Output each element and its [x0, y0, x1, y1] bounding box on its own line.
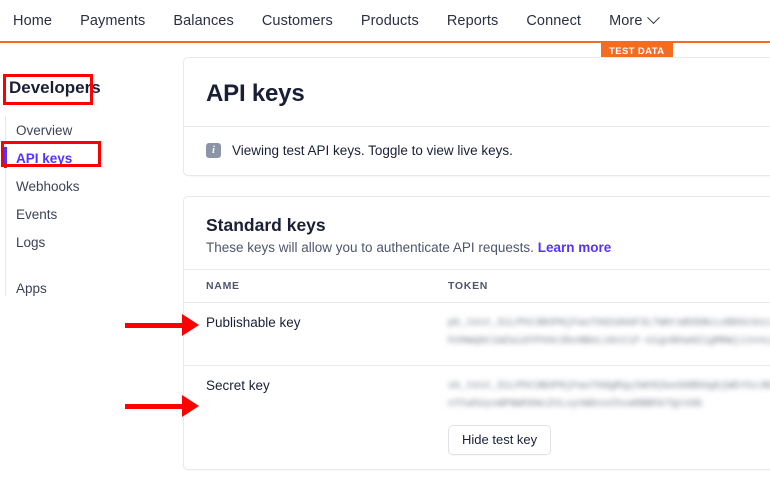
- nav-label: Payments: [80, 13, 145, 29]
- nav-label: Connect: [526, 13, 581, 29]
- sidebar-item-list: Overview API keys Webhooks Events Logs A…: [0, 116, 180, 302]
- sidebar-item-label: Webhooks: [16, 179, 80, 194]
- nav-item-payments[interactable]: Payments: [66, 13, 159, 29]
- learn-more-link[interactable]: Learn more: [538, 240, 612, 255]
- sidebar-item-events[interactable]: Events: [0, 200, 180, 228]
- nav-item-customers[interactable]: Customers: [248, 13, 347, 29]
- standard-keys-header: Standard keys These keys will allow you …: [184, 197, 770, 269]
- column-header-name: NAME: [184, 270, 434, 303]
- nav-label: Home: [13, 13, 52, 29]
- nav-item-home[interactable]: Home: [13, 13, 66, 29]
- chevron-down-icon: [647, 11, 660, 24]
- sidebar-item-logs[interactable]: Logs: [0, 228, 180, 256]
- arrow-shaft: [125, 404, 185, 409]
- table-head: NAME TOKEN: [184, 270, 770, 303]
- description-text: These keys will allow you to authenticat…: [206, 240, 534, 255]
- sidebar-item-label: Overview: [16, 123, 72, 138]
- sidebar-item-overview[interactable]: Overview: [0, 116, 180, 144]
- key-token-cell-secret[interactable]: sk_test_51LPhC3BXPNjFwuTHdgRqyIWVbZwvG6B…: [434, 366, 770, 470]
- nav-item-reports[interactable]: Reports: [433, 13, 512, 29]
- sidebar-spacer: [0, 256, 180, 274]
- nav-item-connect[interactable]: Connect: [512, 13, 595, 29]
- main-content: API keys i Viewing test API keys. Toggle…: [183, 57, 770, 470]
- active-indicator: [4, 147, 7, 168]
- page-header-card: API keys i Viewing test API keys. Toggle…: [183, 57, 770, 176]
- nav-label: Balances: [173, 13, 233, 29]
- key-name-secret: Secret key: [184, 366, 434, 470]
- page-title-area: API keys: [184, 58, 770, 126]
- nav-label: Reports: [447, 13, 498, 29]
- key-name-publishable: Publishable key: [184, 303, 434, 366]
- nav-item-balances[interactable]: Balances: [159, 13, 247, 29]
- info-banner: i Viewing test API keys. Toggle to view …: [184, 127, 770, 175]
- table-row: Publishable key pk_test_51LPhC3BXPNjFwuT…: [184, 303, 770, 366]
- info-icon: i: [206, 143, 221, 158]
- api-keys-table: NAME TOKEN Publishable key pk_test_51LPh…: [184, 269, 770, 469]
- table-body: Publishable key pk_test_51LPhC3BXPNjFwuT…: [184, 303, 770, 470]
- sidebar-item-apps[interactable]: Apps: [0, 274, 180, 302]
- nav-item-products[interactable]: Products: [347, 13, 433, 29]
- info-banner-text: Viewing test API keys. Toggle to view li…: [232, 143, 513, 158]
- sidebar-item-label: API keys: [16, 151, 72, 166]
- arrow-shaft: [125, 323, 185, 328]
- standard-keys-card: Standard keys These keys will allow you …: [183, 196, 770, 470]
- nav-label: More: [609, 13, 642, 29]
- app-root: Home Payments Balances Customers Product…: [0, 0, 770, 502]
- page-title: API keys: [206, 80, 761, 108]
- sidebar-item-api-keys[interactable]: API keys: [0, 144, 180, 172]
- sidebar-item-label: Logs: [16, 235, 45, 250]
- standard-keys-title: Standard keys: [206, 215, 761, 236]
- sidebar-title: Developers: [9, 78, 101, 98]
- key-token-cell-publishable[interactable]: pk_test_51LPhC3BXPNjFwuTHd2dAGF3LTWHraBS…: [434, 303, 770, 366]
- column-header-token: TOKEN: [434, 270, 770, 303]
- hide-test-key-button[interactable]: Hide test key: [448, 425, 551, 455]
- top-navigation: Home Payments Balances Customers Product…: [0, 0, 770, 41]
- nav-label: Customers: [262, 13, 333, 29]
- nav-item-more[interactable]: More: [595, 13, 671, 29]
- key-token-publishable: pk_test_51LPhC3BXPNjFwuTHd2dAGF3LTWHraBS…: [448, 315, 770, 351]
- table-header-row: NAME TOKEN: [184, 270, 770, 303]
- sidebar-item-label: Apps: [16, 281, 47, 296]
- nav-label: Products: [361, 13, 419, 29]
- sidebar-item-label: Events: [16, 207, 57, 222]
- key-token-secret: sk_test_51LPhC3BXPNjFwuTHdgRqyIWVbZwvG6B…: [448, 378, 770, 414]
- standard-keys-description: These keys will allow you to authenticat…: [206, 240, 761, 255]
- sidebar-item-webhooks[interactable]: Webhooks: [0, 172, 180, 200]
- top-navigation-items: Home Payments Balances Customers Product…: [0, 13, 672, 29]
- table-row: Secret key sk_test_51LPhC3BXPNjFwuTHdgRq…: [184, 366, 770, 470]
